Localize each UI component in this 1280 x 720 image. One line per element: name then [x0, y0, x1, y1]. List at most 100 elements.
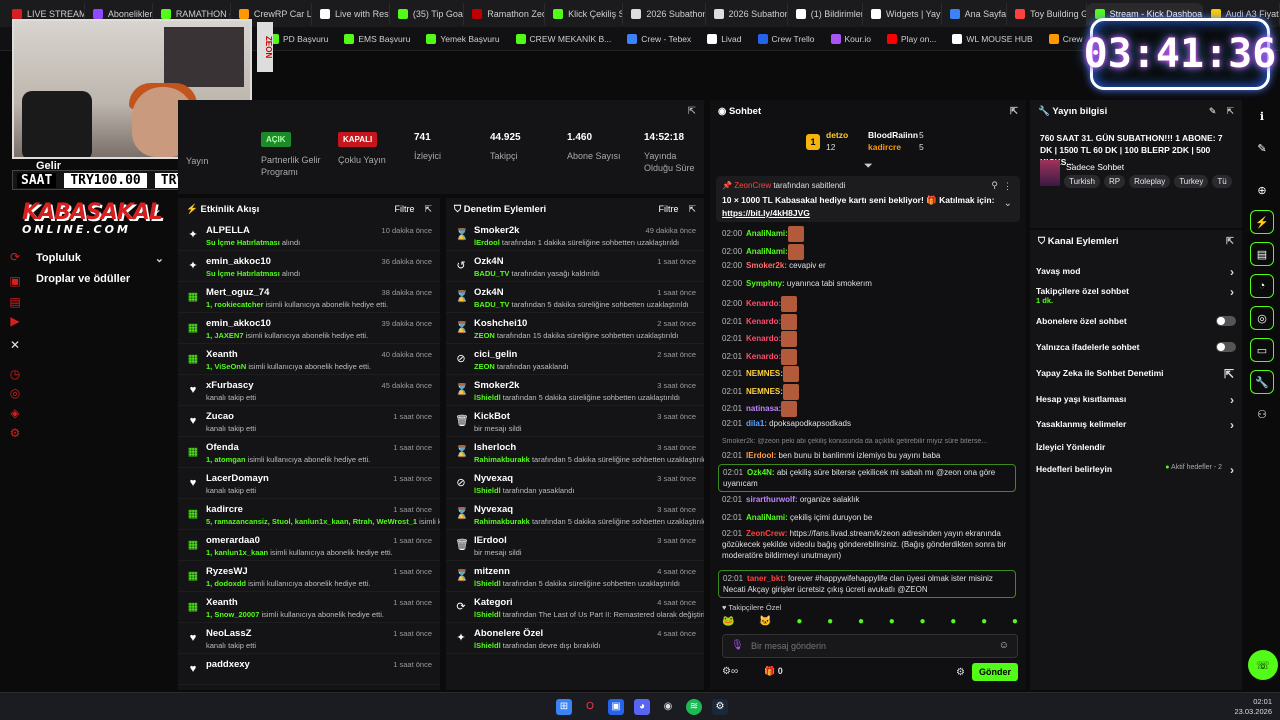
emote-icon[interactable] [782, 366, 799, 382]
chevron-right-icon[interactable]: › [1230, 285, 1234, 299]
chat-message[interactable]: 02:00 AnaliNami: [722, 243, 804, 260]
chat-input[interactable] [751, 638, 991, 654]
chat-username[interactable]: AnaliNami: [746, 247, 788, 256]
document-icon[interactable]: ▤ [1250, 242, 1274, 266]
support-chat-icon[interactable]: ☏ [1248, 650, 1278, 680]
browser-tab[interactable]: 2026 Subathon [623, 2, 706, 25]
moderation-row[interactable]: ↺ Ozk4N 1 saat önce BADU_TV tarafından yasa… [446, 251, 704, 282]
chat-username[interactable]: AnaliNami: [746, 229, 788, 238]
mic-icon[interactable]: 🎙 [731, 640, 744, 651]
activity-row[interactable]: ▦ RyzesWJ 1 saat önce 1, dodoxdd isimli kul… [178, 561, 440, 592]
file-explorer-icon[interactable]: ▣ [608, 699, 624, 715]
chat-message[interactable]: 02:01 AnaliNami: çekiliş içimi duruyon be [722, 512, 1012, 523]
moderation-filter-button[interactable]: Filtre [658, 204, 678, 214]
chat-username[interactable]: Ozk4N: [747, 468, 775, 477]
browser-tab[interactable]: Widgets | Yayı [863, 2, 942, 25]
moderation-row[interactable]: ⌛ Smoker2k 3 saat önce lShieldl tarafından … [446, 375, 704, 406]
moderation-row[interactable]: ✦ Abonelere Özel 4 saat önce lShieldl taraf… [446, 623, 704, 654]
channel-action-item[interactable]: Takipçilere özel sohbet › 1 dk. [1036, 285, 1236, 305]
activity-row[interactable]: ♥ Zucao 1 saat önce kanalı takip etti [178, 406, 440, 437]
chevron-right-icon[interactable]: › [1230, 265, 1234, 279]
chevron-right-icon[interactable]: › [1230, 463, 1234, 477]
stream-tag[interactable]: Tü [1212, 175, 1232, 188]
emote-icon[interactable]: 🐱 [759, 616, 771, 630]
chat-message[interactable]: 02:01 NEMNES: [722, 366, 799, 382]
bookmark-item[interactable]: Crew Trello [751, 33, 822, 44]
channel-action-item[interactable]: Yapay Zeka ile Sohbet Denetimi ⇱ [1036, 367, 1236, 381]
chat-username[interactable]: Smoker2k: [746, 261, 787, 270]
clock-icon[interactable]: ◷ [8, 367, 22, 381]
popout-icon[interactable]: ⇱ [688, 106, 696, 117]
emote-icon[interactable] [782, 383, 799, 400]
chat-message[interactable]: 02:01 Kenardo: [722, 331, 798, 347]
refresh-icon[interactable]: ⟳ [8, 250, 22, 264]
chat-username[interactable]: NEMNES: [746, 369, 783, 378]
activity-row[interactable]: ♥ paddxexy 1 saat önce [178, 654, 440, 685]
popout-icon[interactable]: ⇱ [424, 204, 432, 215]
emote-icon[interactable]: ● [827, 616, 833, 630]
chat-message[interactable]: 02:01 sirarthurwolf: organize salaklık [722, 494, 1012, 505]
chat-username[interactable]: natinasa: [746, 404, 781, 413]
emote-icon[interactable]: ● [981, 616, 987, 630]
emote-icon[interactable]: 🐸 [722, 616, 734, 630]
shield-icon[interactable]: ◈ [8, 406, 22, 420]
popout-icon[interactable]: ⇱ [688, 204, 696, 215]
chat-username[interactable]: Kenardo: [746, 352, 781, 361]
emote-icon[interactable] [781, 348, 798, 365]
emoji-icon[interactable]: ☺ [999, 640, 1009, 651]
channel-action-item[interactable]: Hedefleri belirleyin ● Aktif hedefler - 2… [1036, 463, 1236, 477]
bookmark-item[interactable]: Yemek Başvuru [419, 33, 506, 44]
chat-username[interactable]: ZeonCrew: [746, 529, 787, 538]
browser-tab[interactable]: Ana Sayfa [942, 2, 1008, 25]
activity-row[interactable]: ▦ Xeanth 1 saat önce 1, Snow_20007 isimli k… [178, 592, 440, 623]
unpin-icon[interactable]: ⚲ [991, 180, 998, 191]
activity-row[interactable]: ✦ ALPELLA 10 dakika önce Su İçme Hatırlatma… [178, 220, 440, 251]
moderation-row[interactable]: ⌛ mitzenn 4 saat önce lShieldl tarafından 5… [446, 561, 704, 592]
moderation-row[interactable]: 🗑 lErdool 3 saat önce bir mesajı sildi [446, 530, 704, 561]
bookmark-item[interactable]: Play on... [880, 33, 943, 44]
chat-message[interactable]: 02:00 Symphny: uyanınca tabi smokerım [722, 279, 872, 288]
chat-username[interactable]: Kenardo: [746, 317, 781, 326]
discord-icon[interactable]: ◕ [634, 699, 650, 715]
bookmark-item[interactable]: EMS Başvuru [337, 33, 417, 44]
chevron-right-icon[interactable]: › [1230, 393, 1234, 407]
chat-username[interactable]: Kenardo: [746, 299, 781, 308]
activity-row[interactable]: ▦ omerardaa0 1 saat önce 1, kanlun1x_kaan i… [178, 530, 440, 561]
activity-filter-button[interactable]: Filtre [394, 204, 414, 214]
chat-message[interactable]: 02:01 NEMNES: [722, 383, 799, 400]
emote-icon[interactable] [781, 313, 798, 330]
emote-icon[interactable] [781, 296, 798, 312]
moderation-row[interactable]: ⟳ Kategori 4 saat önce lShieldl tarafından … [446, 592, 704, 623]
info-icon[interactable]: ℹ [1250, 104, 1274, 128]
bookmark-item[interactable]: WL MOUSE HUB [945, 33, 1039, 44]
popout-icon[interactable]: ⇱ [1226, 106, 1234, 117]
browser-tab[interactable]: Toy Building G [1007, 2, 1087, 25]
group-icon[interactable]: ⚇ [1250, 402, 1274, 426]
chat-username[interactable]: AnaliNami: [746, 513, 788, 522]
video-icon[interactable]: ▶ [8, 314, 22, 328]
toggle-switch[interactable] [1216, 316, 1236, 326]
moderation-row[interactable]: ⌛ Ozk4N 1 saat önce BADU_TV tarafından 5 da… [446, 282, 704, 313]
activity-row[interactable]: ▦ Ofenda 1 saat önce 1, atomgan isimli kull… [178, 437, 440, 468]
moderation-row[interactable]: ⌛ Nyvexaq 3 saat önce Rahimakburakk tarafın… [446, 499, 704, 530]
chat-message[interactable]: 02:01 dila1: dpoksapodkapsodkads [722, 419, 851, 428]
system-clock[interactable]: 02:01 23.03.2026 [1234, 697, 1272, 717]
activity-row[interactable]: ▦ emin_akkoc10 39 dakika önce 1, JAXEN7 isi… [178, 313, 440, 344]
send-button[interactable]: Gönder [972, 663, 1018, 681]
opera-icon[interactable]: O [582, 699, 598, 715]
layers-icon[interactable]: ▣ [8, 274, 22, 288]
top-gifter-2[interactable]: BloodRaiinn [868, 130, 918, 140]
emote-icon[interactable] [787, 226, 804, 242]
moderation-row[interactable]: ⌛ Smoker2k 49 dakika önce lErdool tarafında… [446, 220, 704, 251]
activity-row[interactable]: ♥ NeoLassZ 1 saat önce kanalı takip etti [178, 623, 440, 654]
globe-icon[interactable]: ◎ [8, 386, 22, 400]
chevron-right-icon[interactable]: › [1230, 418, 1234, 432]
more-icon[interactable]: ⋮ [1003, 181, 1012, 192]
edit-icon[interactable]: ✎ [1209, 106, 1217, 117]
wrench-icon[interactable]: 🔧 [1250, 370, 1274, 394]
emote-icon[interactable] [781, 331, 798, 347]
chat-username[interactable]: dila1: [746, 419, 767, 428]
activity-row[interactable]: ✦ emin_akkoc10 36 dakika önce Su İçme Hatır… [178, 251, 440, 282]
gear-icon[interactable]: ⚙ [8, 426, 22, 440]
broadcast-icon[interactable]: ◎ [1250, 306, 1274, 330]
